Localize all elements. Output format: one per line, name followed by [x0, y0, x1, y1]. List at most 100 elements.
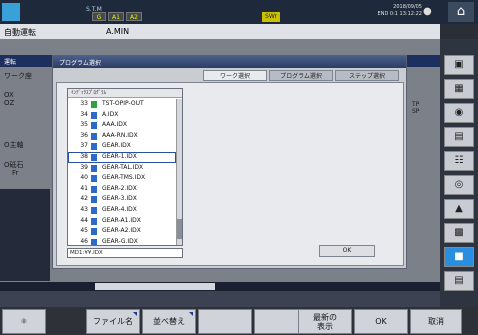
- tool-button-2[interactable]: ▦: [444, 79, 474, 99]
- softkey-filename-mark: [133, 312, 137, 316]
- list-header: ｲﾝﾃﾞｯｸｽﾌﾟﾛｸﾞﾗﾑ: [68, 89, 182, 98]
- operation-mode: 自動運転: [4, 28, 36, 37]
- softkey-ok[interactable]: OK: [354, 309, 408, 334]
- status-bar: S.T.M G A1 A2 SWr 2018/09/05 END 0:1 13:…: [0, 0, 478, 24]
- file-name: AAA.IDX: [102, 121, 127, 129]
- list-item[interactable]: 36 AAA-RN.IDX: [68, 131, 176, 142]
- item-number: 45: [80, 227, 88, 235]
- softkey-sort-mark: [189, 312, 193, 316]
- file-name: A.IDX: [102, 110, 119, 118]
- tp-sp-label: TP SP: [412, 101, 420, 115]
- scroll-thumb[interactable]: [177, 219, 182, 239]
- item-number: 38: [80, 152, 88, 160]
- file-icon: [91, 206, 97, 214]
- file-name: AAA-RN.IDX: [102, 131, 138, 139]
- list-item[interactable]: 43 GEAR-4.IDX: [68, 205, 176, 216]
- item-number: 42: [80, 195, 88, 203]
- background-tab-label: 運転: [4, 59, 17, 66]
- list-item[interactable]: 45 GEAR-A2.IDX: [68, 226, 176, 237]
- dialog-title: プログラム選択: [59, 60, 101, 67]
- home-icon[interactable]: ⌂: [448, 2, 474, 22]
- softkey-bar: ⚛ ファイル名 並べ替え 最新の 表示 OK 取消: [0, 307, 478, 335]
- item-number: 37: [80, 142, 88, 150]
- status-box-a2: A2: [126, 12, 142, 21]
- background-left-panel: [0, 189, 50, 281]
- item-number: 39: [80, 163, 88, 171]
- tool-button-4[interactable]: ▤: [444, 127, 474, 147]
- softkey-menu-icon[interactable]: ⚛: [2, 309, 46, 334]
- item-number: 35: [80, 121, 88, 129]
- tab-step-select[interactable]: ステップ選択: [335, 70, 399, 81]
- item-number: 36: [80, 131, 88, 139]
- list-item[interactable]: 37 GEAR.IDX: [68, 141, 176, 152]
- feedrate-label: Fr: [12, 169, 19, 177]
- list-item[interactable]: 42 GEAR-3.IDX: [68, 194, 176, 205]
- softkey-sort-label: 並べ替え: [153, 317, 185, 326]
- file-icon: [91, 175, 97, 183]
- list-item[interactable]: 46 GEAR-G.IDX: [68, 237, 176, 245]
- work-coordinate-label: ワーク座: [4, 72, 32, 80]
- file-name: GEAR-3.IDX: [102, 195, 137, 203]
- tool-button-6[interactable]: ◎: [444, 175, 474, 195]
- softkey-refresh[interactable]: 最新の 表示: [298, 309, 352, 334]
- file-name: TST-OPIP-OUT: [102, 100, 144, 107]
- horizontal-scrollbar[interactable]: [0, 282, 440, 291]
- list-item[interactable]: 41 GEAR-2.IDX: [68, 184, 176, 195]
- file-name: GEAR.IDX: [102, 142, 131, 150]
- tool-button-8[interactable]: ▩: [444, 223, 474, 243]
- screen: S.T.M G A1 A2 SWr 2018/09/05 END 0:1 13:…: [0, 0, 478, 335]
- file-name: GEAR-4.IDX: [102, 205, 137, 213]
- list-item[interactable]: 39 GEAR-TAL.IDX: [68, 163, 176, 174]
- file-icon: [91, 111, 97, 119]
- softkey-empty-1[interactable]: [198, 309, 252, 334]
- item-number: 40: [80, 174, 88, 182]
- softkey-sort[interactable]: 並べ替え: [142, 309, 196, 334]
- tool-button-3[interactable]: ◉: [444, 103, 474, 123]
- list-item[interactable]: 35 AAA.IDX: [68, 120, 176, 131]
- user-icon[interactable]: ●: [423, 6, 441, 18]
- program-name: A.MIN: [106, 27, 130, 36]
- tool-button-5[interactable]: ☷: [444, 151, 474, 171]
- softkey-filename-label: ファイル名: [93, 317, 133, 326]
- program-list[interactable]: ｲﾝﾃﾞｯｸｽﾌﾟﾛｸﾞﾗﾑ 33 TST-OPIP-OUT 34 A.IDX 35 AA…: [67, 88, 183, 246]
- status-box-g: G: [92, 12, 106, 21]
- list-item[interactable]: 34 A.IDX: [68, 110, 176, 121]
- path-field[interactable]: MD1:¥¥.IDX: [67, 248, 183, 258]
- dialog-title-bar: プログラム選択: [53, 56, 406, 68]
- list-item[interactable]: 44 GEAR-A1.IDX: [68, 216, 176, 227]
- tool-button-9-active[interactable]: ■: [444, 247, 474, 267]
- run-mode-icon[interactable]: [2, 3, 20, 21]
- swr-indicator: SWr: [262, 12, 280, 22]
- tool-button-10[interactable]: ▤: [444, 271, 474, 291]
- file-icon: [91, 196, 97, 204]
- file-icon: [91, 185, 97, 193]
- file-name: GEAR-TMS.IDX: [102, 174, 146, 182]
- spindle-label: O主軸: [4, 141, 24, 149]
- counter-text: END 0:1: [377, 11, 398, 17]
- list-item[interactable]: 40 GEAR-TMS.IDX: [68, 173, 176, 184]
- axis-x-label: OX: [4, 91, 14, 99]
- list-item[interactable]: 38 GEAR-1.IDX: [68, 151, 176, 163]
- program-select-dialog: プログラム選択 ワーク選択 プログラム選択 ステップ選択 ｲﾝﾃﾞｯｸｽﾌﾟﾛｸ…: [52, 55, 407, 269]
- list-item[interactable]: 33 TST-OPIP-OUT: [68, 99, 176, 110]
- softkey-cancel[interactable]: 取消: [410, 309, 462, 334]
- item-number: 46: [80, 237, 88, 245]
- item-number: 44: [80, 216, 88, 224]
- file-icon: [91, 122, 97, 130]
- tab-program-select[interactable]: プログラム選択: [269, 70, 333, 81]
- tool-button-1[interactable]: ▣: [444, 55, 474, 75]
- file-icon: [91, 132, 97, 140]
- hscroll-thumb[interactable]: [95, 283, 215, 290]
- bottom-hint-bar: [0, 291, 440, 307]
- item-number: 34: [80, 110, 88, 118]
- file-name: GEAR-1.IDX: [102, 152, 137, 160]
- softkey-filename[interactable]: ファイル名: [86, 309, 140, 334]
- dialog-ok-button[interactable]: OK: [319, 245, 375, 257]
- tab-work-select[interactable]: ワーク選択: [203, 70, 267, 81]
- date-text: 2018/09/05: [393, 4, 422, 10]
- item-number: 43: [80, 205, 88, 213]
- file-icon: [91, 164, 97, 172]
- status-box-a1: A1: [108, 12, 124, 21]
- list-scrollbar[interactable]: [176, 99, 182, 245]
- tool-button-7[interactable]: ▲: [444, 199, 474, 219]
